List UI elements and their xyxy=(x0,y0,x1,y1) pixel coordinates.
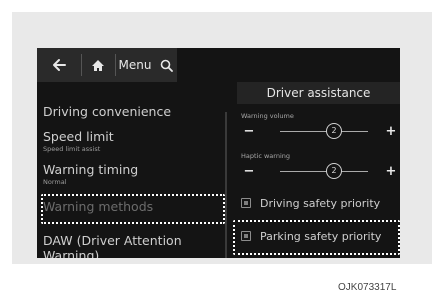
haptic-increase-button[interactable]: + xyxy=(384,162,398,182)
sidebar-item-sublabel: Normal xyxy=(43,178,67,186)
slider-knob[interactable]: 2 xyxy=(326,163,342,179)
option-driving-safety-priority[interactable]: Driving safety priority xyxy=(237,193,380,213)
slider-track[interactable] xyxy=(280,131,368,132)
warning-volume-label: Warning volume xyxy=(241,112,294,120)
top-bar: Menu xyxy=(37,48,177,82)
option-label: Driving safety priority xyxy=(260,196,381,210)
sidebar-item-label: Speed limit xyxy=(43,129,114,144)
highlight-box-parking-safety xyxy=(233,220,400,255)
volume-increase-button[interactable]: + xyxy=(384,122,398,142)
checkbox[interactable] xyxy=(241,198,251,208)
search-icon xyxy=(160,59,173,72)
sidebar-item-driving-convenience[interactable]: Driving convenience xyxy=(43,104,171,119)
home-button[interactable] xyxy=(81,48,115,82)
volume-decrease-button[interactable]: − xyxy=(242,122,256,142)
haptic-warning-label: Haptic warning xyxy=(241,152,291,160)
haptic-decrease-button[interactable]: − xyxy=(242,162,256,182)
figure-code: OJK073317L xyxy=(338,282,397,293)
sidebar-item-label: Warning timing xyxy=(43,162,139,177)
home-icon xyxy=(92,59,104,71)
slider-knob[interactable]: 2 xyxy=(326,123,342,139)
infotainment-screen: Menu Driver assistance Driving convenien… xyxy=(37,48,400,258)
haptic-warning-slider[interactable]: − 2 + xyxy=(240,162,400,182)
back-arrow-icon xyxy=(53,59,66,71)
back-button[interactable] xyxy=(37,48,81,82)
sidebar-item-speed-limit[interactable]: Speed limit Speed limit assist xyxy=(43,129,114,153)
scrollbar[interactable] xyxy=(225,112,227,258)
sidebar-item-daw[interactable]: DAW (Driver Attention Warning) xyxy=(43,233,213,258)
header-bar: Driver assistance xyxy=(237,82,400,104)
sidebar-item-label: Driving convenience xyxy=(43,104,172,119)
slider-track[interactable] xyxy=(280,171,368,172)
sidebar-item-label: DAW (Driver Attention Warning) xyxy=(43,233,182,258)
search-button[interactable] xyxy=(155,48,177,82)
warning-volume-slider[interactable]: − 2 + xyxy=(240,122,400,142)
sidebar-item-sublabel: Speed limit assist xyxy=(43,145,101,153)
highlight-box-warning-methods xyxy=(41,194,225,224)
page-title: Driver assistance xyxy=(266,86,371,100)
sidebar-item-warning-timing[interactable]: Warning timing Normal xyxy=(43,162,138,186)
menu-button[interactable]: Menu xyxy=(115,48,155,82)
